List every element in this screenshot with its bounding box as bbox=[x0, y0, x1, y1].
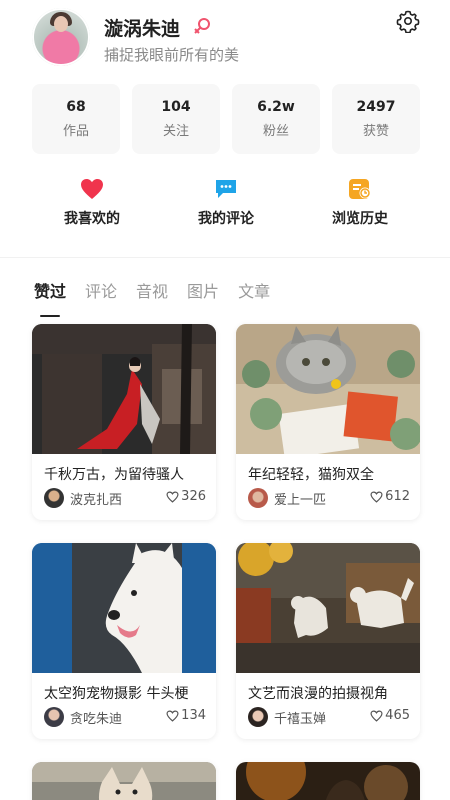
post-likes[interactable]: 134 bbox=[166, 708, 206, 723]
quick-action-label: 我喜欢的 bbox=[64, 211, 120, 227]
profile-header: 漩涡朱迪 捕捉我眼前所有的美 bbox=[0, 0, 450, 78]
post-title: 文艺而浪漫的拍摄视角 bbox=[248, 686, 388, 702]
quick-action-label: 浏览历史 bbox=[332, 211, 388, 227]
heart-icon bbox=[81, 179, 103, 199]
post-likes-count: 612 bbox=[385, 489, 410, 504]
stat-value: 6.2w bbox=[257, 99, 295, 115]
tab-images[interactable]: 图片 bbox=[187, 278, 219, 308]
post-card[interactable]: 太空狗宠物摄影 牛头梗 贪吃朱迪 134 bbox=[32, 543, 216, 739]
heart-outline-icon bbox=[166, 491, 179, 503]
post-meta: 爱上一匹 612 bbox=[248, 488, 410, 508]
author-avatar[interactable] bbox=[44, 707, 64, 727]
post-image[interactable] bbox=[236, 762, 420, 800]
stat-value: 104 bbox=[161, 99, 191, 115]
content-tabs: 赞过 评论 音视 图片 文章 bbox=[34, 278, 289, 317]
post-author[interactable]: 贪吃朱迪 bbox=[70, 708, 122, 727]
stat-likes-received[interactable]: 2497 获赞 bbox=[332, 84, 420, 154]
post-likes-count: 465 bbox=[385, 708, 410, 723]
tab-liked[interactable]: 赞过 bbox=[34, 278, 66, 317]
stat-label: 作品 bbox=[62, 124, 89, 139]
stat-followers[interactable]: 6.2w 粉丝 bbox=[232, 84, 320, 154]
profile-avatar[interactable] bbox=[32, 8, 90, 66]
quick-action-comments[interactable]: 我的评论 bbox=[166, 178, 286, 236]
post-image[interactable] bbox=[32, 543, 216, 673]
comment-icon bbox=[216, 180, 236, 198]
quick-action-history[interactable]: 浏览历史 bbox=[300, 178, 420, 236]
history-icon bbox=[349, 179, 371, 199]
author-avatar[interactable] bbox=[248, 707, 268, 727]
female-icon bbox=[194, 18, 210, 34]
post-title: 年纪轻轻，猫狗双全 bbox=[248, 467, 374, 483]
quick-action-liked[interactable]: 我喜欢的 bbox=[32, 178, 152, 236]
post-author[interactable]: 千禧玉婵 bbox=[274, 708, 326, 727]
post-title: 太空狗宠物摄影 牛头梗 bbox=[44, 686, 189, 702]
post-image[interactable] bbox=[32, 324, 216, 454]
post-card[interactable] bbox=[32, 762, 216, 800]
heart-outline-icon bbox=[370, 710, 383, 722]
author-avatar[interactable] bbox=[44, 488, 64, 508]
post-image[interactable] bbox=[32, 762, 216, 800]
post-card[interactable]: 文艺而浪漫的拍摄视角 千禧玉婵 465 bbox=[236, 543, 420, 739]
avatar-face bbox=[54, 16, 68, 32]
post-likes-count: 134 bbox=[181, 708, 206, 723]
stat-value: 2497 bbox=[356, 99, 396, 115]
heart-outline-icon bbox=[370, 491, 383, 503]
author-avatar[interactable] bbox=[248, 488, 268, 508]
post-meta: 贪吃朱迪 134 bbox=[44, 707, 206, 727]
post-image[interactable] bbox=[236, 324, 420, 454]
post-likes[interactable]: 612 bbox=[370, 489, 410, 504]
post-image[interactable] bbox=[236, 543, 420, 673]
profile-bio: 捕捉我眼前所有的美 bbox=[104, 46, 240, 64]
stat-works[interactable]: 68 作品 bbox=[32, 84, 120, 154]
quick-actions: 我喜欢的 我的评论 浏览历史 bbox=[32, 178, 420, 236]
gear-icon[interactable] bbox=[396, 9, 420, 33]
tab-articles[interactable]: 文章 bbox=[238, 278, 270, 308]
stat-label: 粉丝 bbox=[262, 124, 289, 139]
profile-name: 漩涡朱迪 bbox=[104, 18, 181, 40]
stat-label: 关注 bbox=[162, 124, 189, 139]
post-meta: 千禧玉婵 465 bbox=[248, 707, 410, 727]
stats-row: 68 作品 104 关注 6.2w 粉丝 2497 获赞 bbox=[32, 84, 420, 154]
stat-value: 68 bbox=[66, 99, 86, 115]
post-meta: 波克扎西 326 bbox=[44, 488, 206, 508]
quick-action-label: 我的评论 bbox=[198, 211, 254, 227]
post-card[interactable] bbox=[236, 762, 420, 800]
post-card[interactable]: 年纪轻轻，猫狗双全 爱上一匹 612 bbox=[236, 324, 420, 520]
stat-label: 获赞 bbox=[362, 124, 389, 139]
post-author[interactable]: 爱上一匹 bbox=[274, 489, 326, 508]
post-likes-count: 326 bbox=[181, 489, 206, 504]
post-card[interactable]: 千秋万古，为留待骚人 波克扎西 326 bbox=[32, 324, 216, 520]
section-divider bbox=[0, 257, 450, 258]
post-likes[interactable]: 326 bbox=[166, 489, 206, 504]
tab-comments[interactable]: 评论 bbox=[85, 278, 117, 308]
post-author[interactable]: 波克扎西 bbox=[70, 489, 122, 508]
heart-outline-icon bbox=[166, 710, 179, 722]
post-title: 千秋万古，为留待骚人 bbox=[44, 467, 184, 483]
tab-audio-video[interactable]: 音视 bbox=[136, 278, 168, 308]
stat-following[interactable]: 104 关注 bbox=[132, 84, 220, 154]
post-likes[interactable]: 465 bbox=[370, 708, 410, 723]
